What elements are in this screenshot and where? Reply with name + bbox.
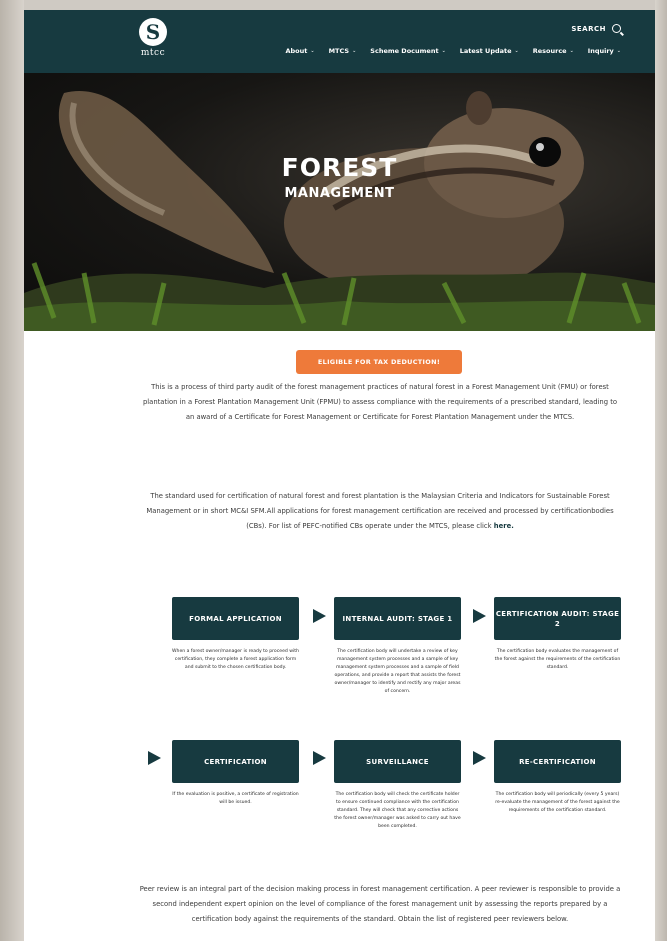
background-right xyxy=(655,0,667,941)
menu-mtcs[interactable]: MTCS ⌄ xyxy=(329,47,357,55)
menu-inquiry[interactable]: Inquiry ⌄ xyxy=(588,47,621,55)
menu-label: MTCS xyxy=(328,47,350,55)
step-certification: CERTIFICATION xyxy=(172,740,299,783)
menu-resource[interactable]: Resource ⌄ xyxy=(533,47,574,55)
search-link[interactable]: SEARCH xyxy=(571,24,621,33)
intro-paragraph: This is a process of third party audit o… xyxy=(142,383,618,421)
step-certification-audit: CERTIFICATION AUDIT: STAGE 2 xyxy=(494,597,621,640)
squirrel-hero-image xyxy=(24,91,655,331)
menu-about[interactable]: About ⌄ xyxy=(286,47,315,55)
top-navbar: S mtcc SEARCH About ⌄ MTCS ⌄ Scheme Docume… xyxy=(24,10,655,73)
step-surveillance: SURVEILLANCE xyxy=(334,740,461,783)
background-left xyxy=(0,0,24,941)
menu-label: About xyxy=(285,47,308,55)
arrow-right-icon xyxy=(473,751,486,765)
cb-list-link[interactable]: here. xyxy=(494,522,514,530)
chevron-down-icon: ⌄ xyxy=(310,48,315,54)
standard-paragraph: The standard used for certification of n… xyxy=(139,489,621,534)
hero-title-main: FOREST xyxy=(281,153,398,182)
arrow-right-icon xyxy=(313,609,326,623)
step-desc: The certification body will periodically… xyxy=(495,792,620,813)
step-formal-application: FORMAL APPLICATION xyxy=(172,597,299,640)
step-internal-audit: INTERNAL AUDIT: STAGE 1 xyxy=(334,597,461,640)
logo-mark: S xyxy=(139,18,167,46)
step-desc: The certification body evaluates the man… xyxy=(494,649,621,670)
step-desc: The certification body will check the ce… xyxy=(334,792,461,829)
step-re-certification: RE-CERTIFICATION xyxy=(494,740,621,783)
chevron-down-icon: ⌄ xyxy=(514,48,519,54)
chevron-down-icon: ⌄ xyxy=(352,48,357,54)
search-label: SEARCH xyxy=(571,24,606,33)
chevron-down-icon: ⌄ xyxy=(569,48,574,54)
chevron-down-icon: ⌄ xyxy=(441,48,446,54)
menu-label: Scheme Document xyxy=(370,47,439,55)
arrow-right-icon xyxy=(148,751,161,765)
mtcc-logo[interactable]: S mtcc xyxy=(133,18,173,66)
chevron-down-icon: ⌄ xyxy=(616,48,621,54)
page: S mtcc SEARCH About ⌄ MTCS ⌄ Scheme Docume… xyxy=(24,10,655,941)
menu-latest-update[interactable]: Latest Update ⌄ xyxy=(460,47,519,55)
tax-deduction-button[interactable]: ELIGIBLE FOR TAX DEDUCTION! xyxy=(296,350,462,374)
menu-label: Latest Update xyxy=(459,47,512,55)
hero-title-sub: MANAGEMENT xyxy=(284,186,395,201)
standard-text: The standard used for certification of n… xyxy=(146,492,614,530)
search-icon xyxy=(612,24,621,33)
arrow-right-icon xyxy=(313,751,326,765)
hero-banner: FOREST MANAGEMENT xyxy=(24,73,655,331)
step-desc: When a forest owner/manager is ready to … xyxy=(172,649,300,670)
main-menu: About ⌄ MTCS ⌄ Scheme Document ⌄ Latest Upd… xyxy=(286,47,622,55)
step-desc: The certification body will undertake a … xyxy=(334,649,461,694)
menu-scheme-document[interactable]: Scheme Document ⌄ xyxy=(370,47,445,55)
logo-text: mtcc xyxy=(140,48,166,58)
peer-review-paragraph: Peer review is an integral part of the d… xyxy=(139,885,621,923)
arrow-right-icon xyxy=(473,609,486,623)
step-desc: If the evaluation is positive, a certifi… xyxy=(172,792,299,805)
menu-label: Resource xyxy=(532,47,567,55)
menu-label: Inquiry xyxy=(587,47,614,55)
